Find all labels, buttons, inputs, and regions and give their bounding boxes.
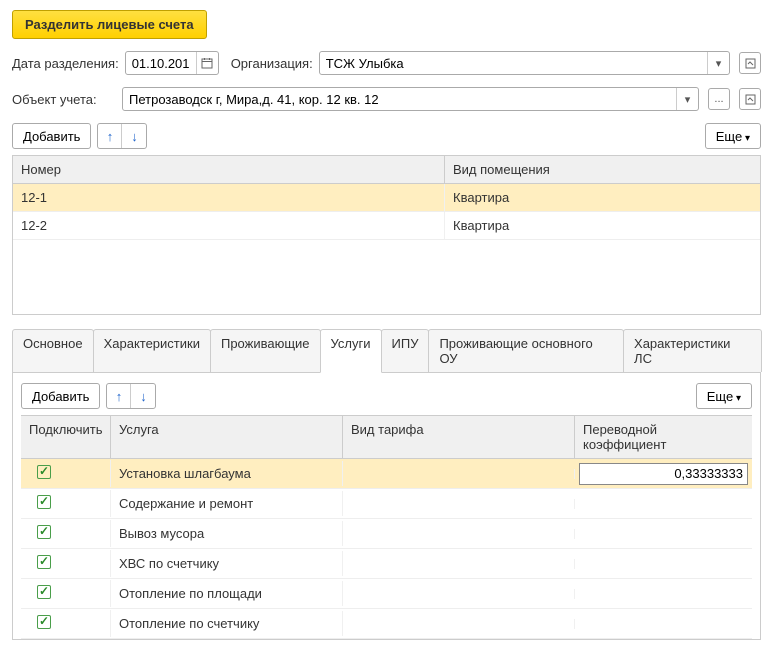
cell-connect[interactable] [21, 550, 111, 577]
checkbox-icon[interactable] [37, 495, 51, 509]
date-field[interactable] [126, 52, 196, 74]
cell-service: ХВС по счетчику [111, 551, 343, 576]
object-field[interactable] [123, 88, 676, 110]
org-field[interactable] [320, 52, 707, 74]
tab-ипу[interactable]: ИПУ [381, 329, 430, 372]
cell-tariff [343, 559, 575, 569]
col-header-tariff[interactable]: Вид тарифа [343, 416, 575, 458]
cell-service: Отопление по счетчику [111, 611, 343, 636]
checkbox-icon[interactable] [37, 525, 51, 539]
checkbox-icon[interactable] [37, 555, 51, 569]
dropdown-icon[interactable]: ▾ [707, 52, 729, 74]
more-services-button[interactable]: Еще [696, 383, 752, 409]
move-service-buttons: ↑ ↓ [106, 383, 156, 409]
cell-connect[interactable] [21, 610, 111, 637]
table-row[interactable]: Вывоз мусора [21, 519, 752, 549]
cell-tariff [343, 469, 575, 479]
date-input-combo[interactable] [125, 51, 219, 75]
object-label: Объект учета: [12, 92, 116, 107]
more-button[interactable]: Еще [705, 123, 761, 149]
cell-service: Содержание и ремонт [111, 491, 343, 516]
table-row[interactable]: 12-1Квартира [13, 184, 760, 212]
checkbox-icon[interactable] [37, 585, 51, 599]
cell-connect[interactable] [21, 490, 111, 517]
cell-number: 12-1 [13, 184, 445, 211]
move-down-icon[interactable]: ↓ [131, 384, 155, 408]
cell-service: Установка шлагбаума [111, 461, 343, 486]
checkbox-icon[interactable] [37, 465, 51, 479]
cell-number: 12-2 [13, 212, 445, 239]
cell-type: Квартира [445, 212, 760, 239]
tabs: ОсновноеХарактеристикиПроживающиеУслугиИ… [12, 329, 761, 373]
move-down-icon[interactable]: ↓ [122, 124, 146, 148]
cell-tariff [343, 499, 575, 509]
table-row[interactable]: Отопление по счетчику [21, 609, 752, 639]
open-button[interactable] [739, 88, 761, 110]
cell-coef [575, 499, 752, 509]
select-button[interactable]: ... [708, 88, 730, 110]
org-input-combo[interactable]: ▾ [319, 51, 730, 75]
cell-tariff [343, 529, 575, 539]
tab-услуги[interactable]: Услуги [320, 329, 382, 373]
split-accounts-button[interactable]: Разделить лицевые счета [12, 10, 207, 39]
cell-service: Отопление по площади [111, 581, 343, 606]
tab-характеристики[interactable]: Характеристики [93, 329, 211, 372]
calendar-icon[interactable] [196, 52, 218, 74]
coef-input[interactable] [579, 463, 748, 485]
open-button[interactable] [739, 52, 761, 74]
cell-tariff [343, 619, 575, 629]
cell-tariff [343, 589, 575, 599]
table-row[interactable]: Установка шлагбаума [21, 459, 752, 489]
date-label: Дата разделения: [12, 56, 119, 71]
cell-coef [575, 589, 752, 599]
add-service-button[interactable]: Добавить [21, 383, 100, 409]
cell-connect[interactable] [21, 580, 111, 607]
cell-coef [575, 559, 752, 569]
object-input-combo[interactable]: ▾ [122, 87, 699, 111]
col-header-coef[interactable]: Переводной коэффициент [575, 416, 752, 458]
services-grid: Подключить Услуга Вид тарифа Переводной … [21, 415, 752, 639]
move-up-icon[interactable]: ↑ [107, 384, 131, 408]
tab-проживающие[interactable]: Проживающие [210, 329, 321, 372]
tab-проживающие-основного-оу[interactable]: Проживающие основного ОУ [428, 329, 624, 372]
tab-характеристики-лс[interactable]: Характеристики ЛС [623, 329, 762, 372]
col-header-number[interactable]: Номер [13, 156, 445, 183]
checkbox-icon[interactable] [37, 615, 51, 629]
cell-coef [575, 529, 752, 539]
cell-type: Квартира [445, 184, 760, 211]
move-up-icon[interactable]: ↑ [98, 124, 122, 148]
dropdown-icon[interactable]: ▾ [676, 88, 698, 110]
table-row[interactable]: Отопление по площади [21, 579, 752, 609]
cell-coef [575, 619, 752, 629]
org-label: Организация: [231, 56, 313, 71]
add-button[interactable]: Добавить [12, 123, 91, 149]
move-buttons: ↑ ↓ [97, 123, 147, 149]
accounts-grid: Номер Вид помещения 12-1Квартира12-2Квар… [12, 155, 761, 315]
cell-connect[interactable] [21, 460, 111, 487]
col-header-service[interactable]: Услуга [111, 416, 343, 458]
table-row[interactable]: Содержание и ремонт [21, 489, 752, 519]
cell-service: Вывоз мусора [111, 521, 343, 546]
tab-основное[interactable]: Основное [12, 329, 94, 372]
col-header-type[interactable]: Вид помещения [445, 156, 760, 183]
col-header-connect[interactable]: Подключить [21, 416, 111, 458]
cell-connect[interactable] [21, 520, 111, 547]
table-row[interactable]: 12-2Квартира [13, 212, 760, 240]
